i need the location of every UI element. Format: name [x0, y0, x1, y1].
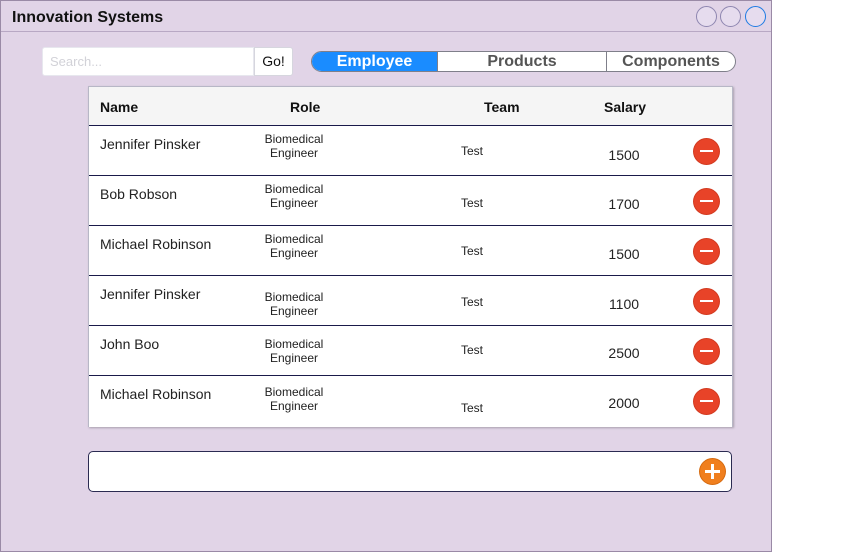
remove-circle-icon[interactable] [694, 339, 719, 364]
remove-circle-icon[interactable] [694, 239, 719, 264]
role-line: Biomedical [264, 385, 324, 399]
employee-role: Biomedical Engineer [254, 337, 334, 365]
employee-table: Name Role Team Salary Jennifer Pinsker B… [88, 86, 733, 427]
employee-team: Test [461, 295, 484, 309]
add-circle-icon[interactable] [700, 459, 725, 484]
employee-team: Test [461, 401, 484, 415]
employee-role: Biomedical Engineer [254, 232, 334, 260]
role-line: Engineer [269, 196, 319, 210]
role-line: Biomedical [264, 290, 324, 304]
employee-team: Test [461, 244, 484, 258]
column-header-role[interactable]: Role [290, 99, 320, 115]
table-row[interactable]: Bob Robson Biomedical Engineer Test 1700 [89, 176, 732, 226]
employee-name: Bob Robson [100, 186, 178, 202]
employee-salary: 1100 [608, 296, 640, 312]
employee-team: Test [461, 343, 484, 357]
tab-products[interactable]: Products [438, 52, 607, 71]
app-window: Innovation Systems Go! Employee Products… [0, 0, 772, 552]
employee-name: John Boo [100, 336, 160, 352]
employee-salary: 2500 [608, 345, 640, 361]
minimize-icon[interactable] [696, 6, 717, 27]
employee-salary: 1500 [608, 147, 640, 163]
search-field[interactable] [42, 47, 254, 76]
column-header-team[interactable]: Team [484, 99, 520, 115]
employee-name: Jennifer Pinsker [100, 286, 201, 302]
employee-name: Jennifer Pinsker [100, 136, 201, 152]
role-line: Biomedical [264, 232, 324, 246]
employee-role: Biomedical Engineer [254, 132, 334, 160]
maximize-icon[interactable] [720, 6, 741, 27]
role-line: Biomedical [264, 337, 324, 351]
column-header-name[interactable]: Name [100, 99, 138, 115]
search-input[interactable] [43, 48, 253, 75]
close-icon[interactable] [745, 6, 766, 27]
table-row[interactable]: Michael Robinson Biomedical Engineer Test… [89, 376, 732, 427]
remove-circle-icon[interactable] [694, 389, 719, 414]
employee-salary: 1500 [608, 246, 640, 262]
table-header: Name Role Team Salary [89, 87, 732, 126]
role-line: Engineer [269, 246, 319, 260]
employee-name: Michael Robinson [100, 236, 212, 252]
tab-bar: Employee Products Components [311, 51, 736, 72]
go-button[interactable]: Go! [254, 47, 293, 76]
table-row[interactable]: Jennifer Pinsker Biomedical Engineer Test… [89, 126, 732, 176]
employee-role: Biomedical Engineer [254, 385, 334, 413]
role-line: Engineer [269, 351, 319, 365]
add-panel [88, 451, 732, 492]
employee-name: Michael Robinson [100, 386, 212, 402]
role-line: Biomedical [264, 182, 324, 196]
table-row[interactable]: Jennifer Pinsker Biomedical Engineer Test… [89, 276, 732, 326]
table-row[interactable]: John Boo Biomedical Engineer Test 2500 [89, 326, 732, 376]
remove-circle-icon[interactable] [694, 189, 719, 214]
employee-role: Biomedical Engineer [254, 290, 334, 318]
table-row[interactable]: Michael Robinson Biomedical Engineer Test… [89, 226, 732, 276]
tab-components[interactable]: Components [607, 52, 735, 71]
employee-team: Test [461, 196, 484, 210]
column-header-salary[interactable]: Salary [604, 99, 646, 115]
tab-employee[interactable]: Employee [312, 52, 438, 71]
remove-circle-icon[interactable] [694, 139, 719, 164]
employee-salary: 1700 [608, 196, 640, 212]
role-line: Biomedical [264, 132, 324, 146]
title-bar: Innovation Systems [1, 1, 771, 32]
employee-team: Test [461, 144, 484, 158]
remove-circle-icon[interactable] [694, 289, 719, 314]
employee-salary: 2000 [608, 395, 640, 411]
role-line: Engineer [269, 146, 319, 160]
role-line: Engineer [269, 399, 319, 413]
employee-role: Biomedical Engineer [254, 182, 334, 210]
app-title: Innovation Systems [12, 9, 164, 26]
role-line: Engineer [269, 304, 319, 318]
